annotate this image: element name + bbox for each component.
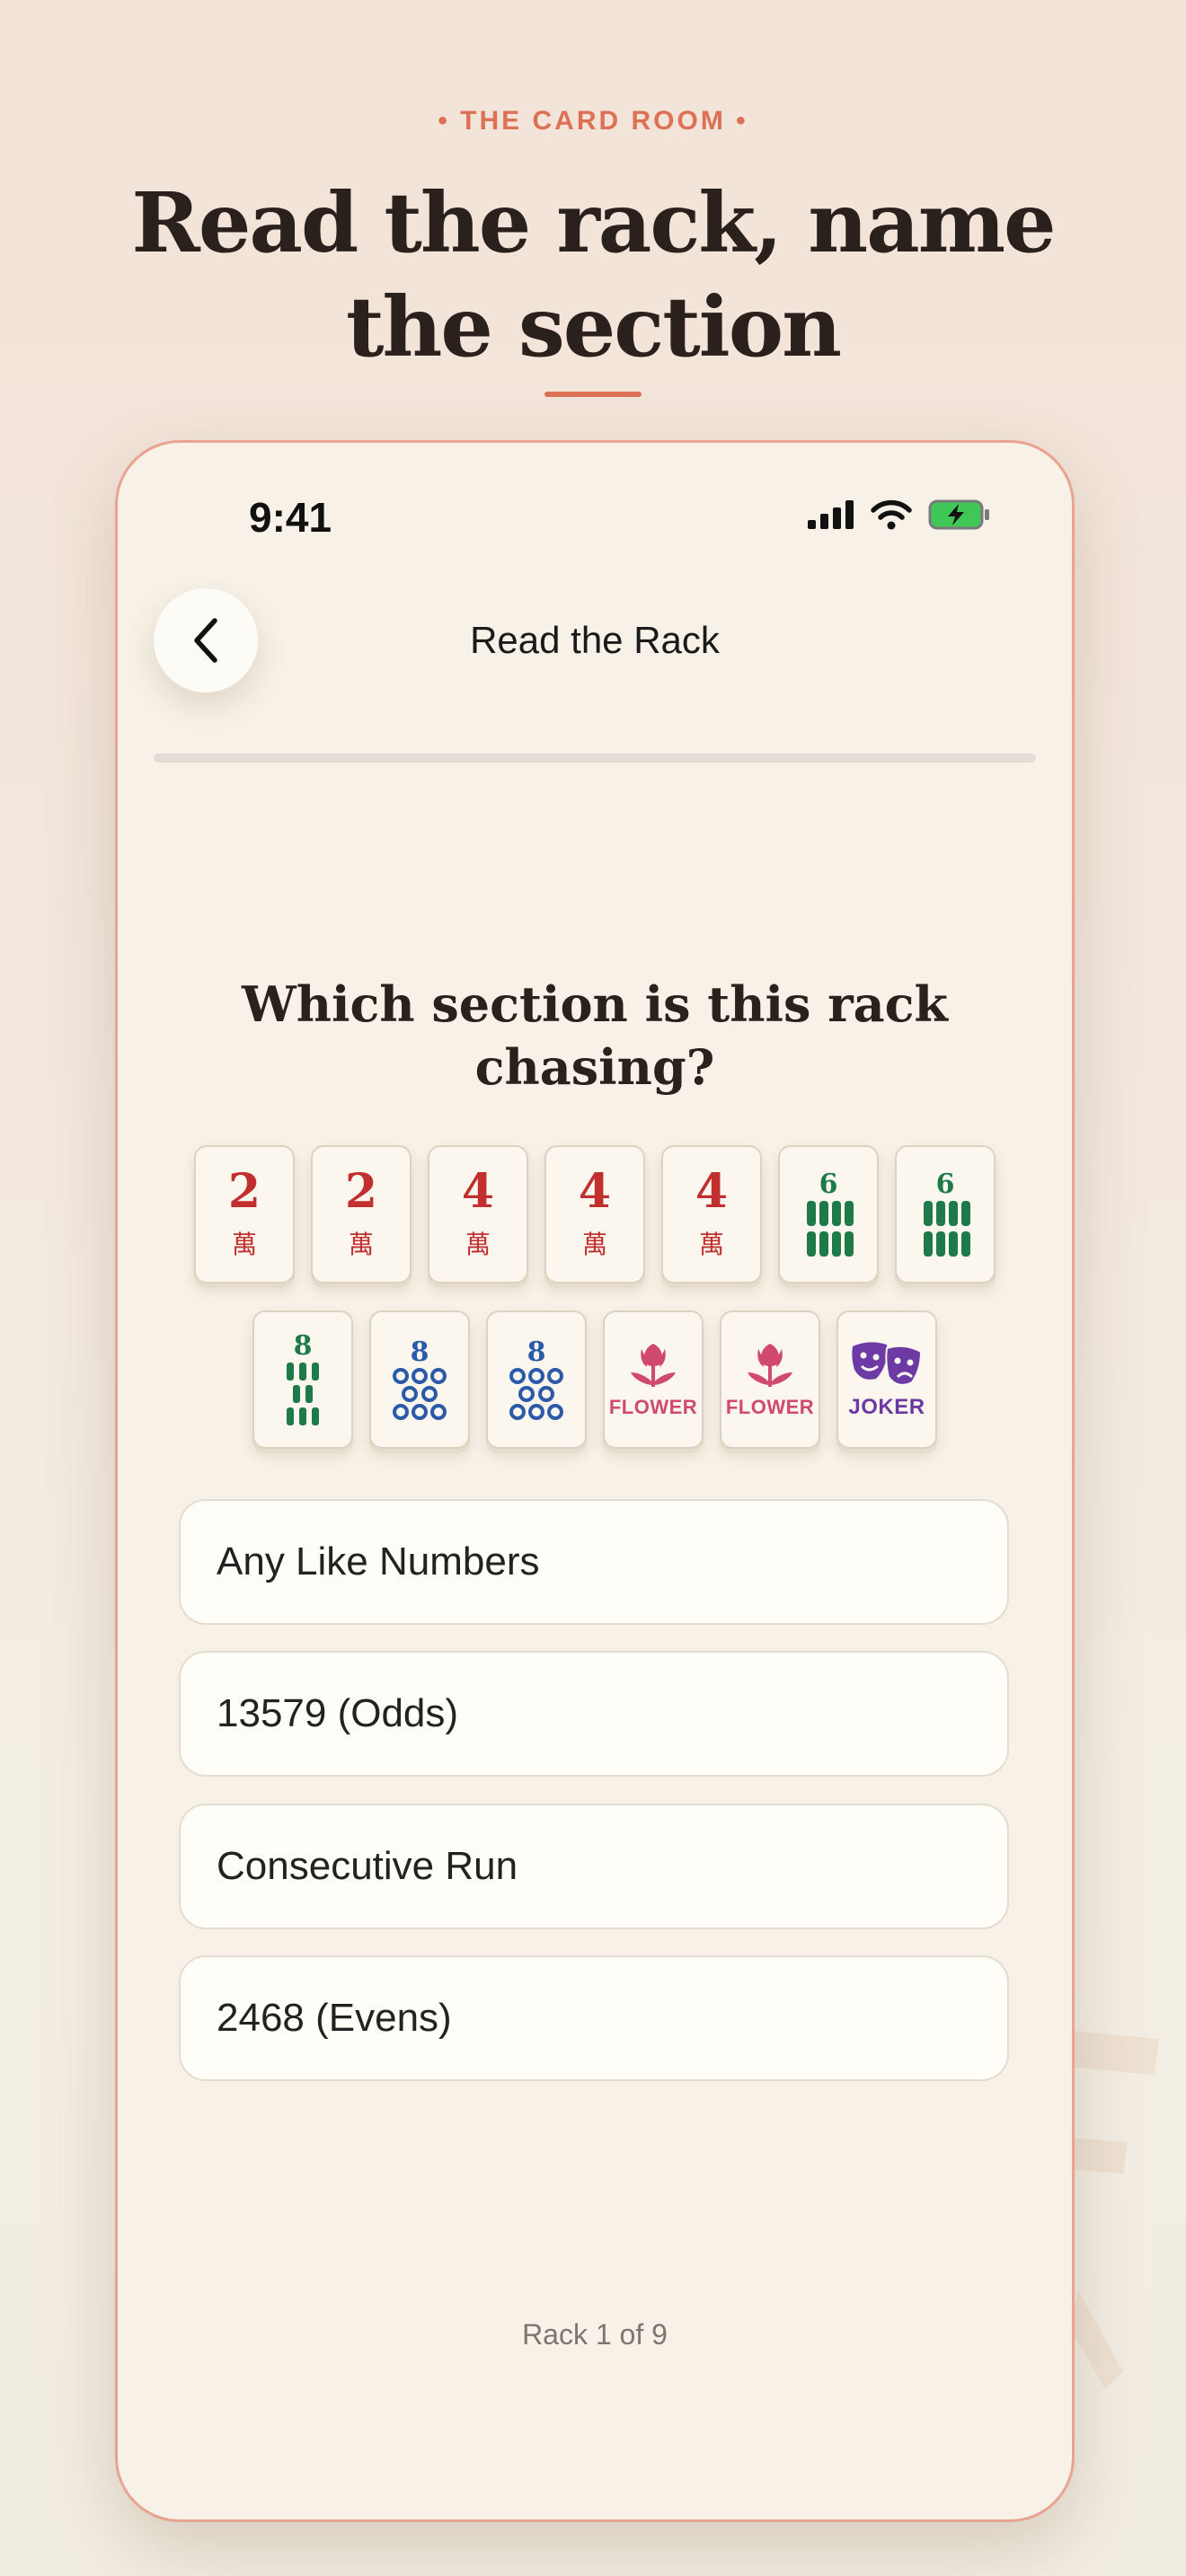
tile-number: 6 [935,1169,955,1200]
tile-rack-row-1: 2 萬 2 萬 4 萬 4 萬 4 萬 6 6 [118,1145,1072,1284]
tile-number: 4 [695,1164,729,1219]
status-time: 9:41 [249,494,332,541]
crak-tile: 4 萬 [544,1145,645,1284]
nav-title: Read the Rack [470,619,720,661]
bamboo-icon [287,1363,319,1425]
tile-number: 2 [344,1164,378,1219]
crak-tile: 2 萬 [194,1145,295,1284]
dot-tile: 8 [486,1310,587,1449]
answer-option[interactable]: 13579 (Odds) [179,1651,1009,1777]
crak-tile: 4 萬 [428,1145,528,1284]
tile-number: 4 [578,1164,612,1219]
crak-character: 萬 [465,1230,491,1259]
joker-label: JOKER [848,1395,925,1419]
tile-number: 6 [819,1169,838,1200]
tile-number: 2 [227,1164,261,1219]
flower-label: FLOWER [725,1396,815,1418]
dots-icon [509,1368,563,1420]
crak-tile: 2 萬 [311,1145,412,1284]
bamboo-icon [924,1201,970,1257]
kicker-label: • THE CARD ROOM • [438,106,748,136]
dots-icon [393,1368,447,1420]
joker-tile: JOKER [836,1310,937,1449]
battery-charging-icon [928,499,989,530]
tile-number: 8 [293,1330,313,1362]
answer-option[interactable]: Any Like Numbers [179,1499,1009,1625]
tile-rack-row-2: 8 8 8 FLOWER FLOWER JOKER [118,1310,1072,1449]
bamboo-icon [807,1201,854,1257]
bam-tile: 8 [252,1310,353,1449]
progress-bar [154,754,1036,763]
flower-tile: FLOWER [720,1310,820,1449]
signal-icon [808,500,854,529]
flower-tile: FLOWER [603,1310,704,1449]
bam-tile: 6 [778,1145,879,1284]
dot-tile: 8 [369,1310,470,1449]
tile-number: 4 [461,1164,495,1219]
crak-tile: 4 萬 [661,1145,762,1284]
wifi-icon [871,499,912,530]
crak-character: 萬 [348,1230,374,1259]
status-icons [808,498,991,531]
phone-frame: 9:41 Read the Rack Which section is this… [115,440,1075,2522]
headline-underline [544,392,642,397]
page-headline: Read the rack, name the section [131,174,1056,375]
answer-option[interactable]: Consecutive Run [179,1804,1009,1929]
crak-character: 萬 [698,1230,724,1259]
answer-option[interactable]: 2468 (Evens) [179,1955,1009,2081]
rack-counter: Rack 1 of 9 [522,2318,668,2351]
tile-number: 8 [410,1337,429,1368]
question-text: Which section is this rack chasing? [242,975,948,1096]
crak-character: 萬 [581,1230,607,1259]
bam-tile: 6 [895,1145,996,1284]
crak-character: 萬 [231,1230,257,1259]
tile-number: 8 [527,1337,546,1368]
theater-masks-icon [852,1342,923,1386]
flower-icon [631,1344,676,1387]
flower-label: FLOWER [608,1396,698,1418]
flower-icon [748,1344,792,1387]
